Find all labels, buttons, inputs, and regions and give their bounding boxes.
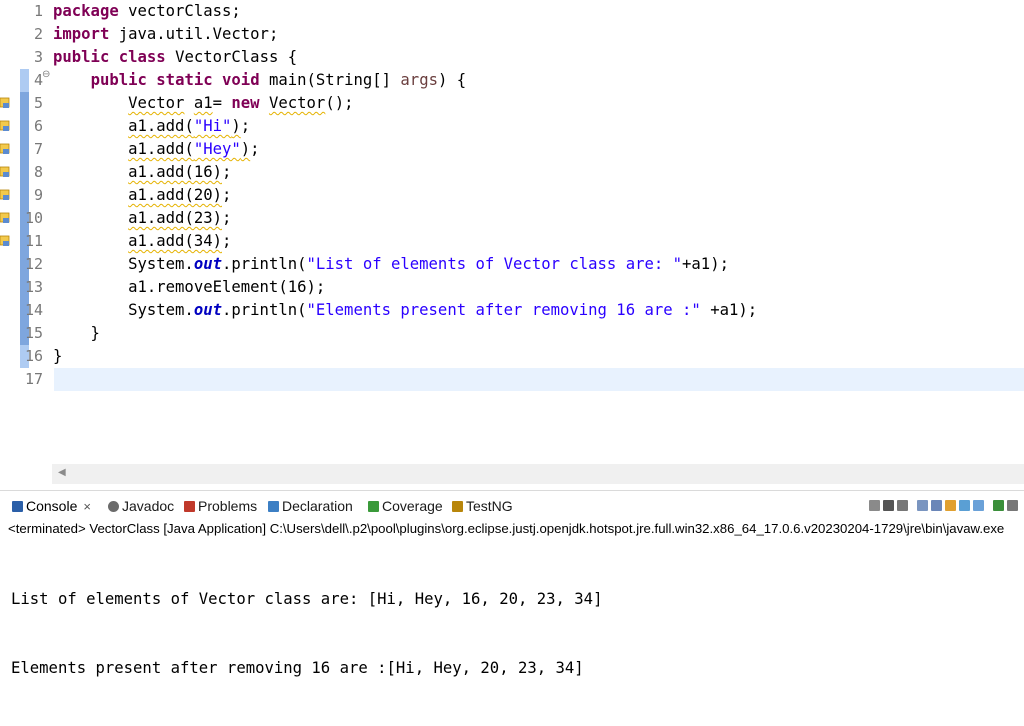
code-line[interactable]: 15 } (0, 322, 1024, 345)
line-number: 8 (33, 163, 43, 181)
code-line[interactable]: 3 public class VectorClass { (0, 46, 1024, 69)
minimize-icon[interactable] (1007, 499, 1018, 511)
console-output[interactable]: List of elements of Vector class are: [H… (11, 542, 602, 726)
open-console-icon[interactable] (993, 499, 1004, 511)
code-text: a1.add(16); (128, 163, 232, 181)
line-number: 1 (33, 2, 43, 20)
tab-label: Coverage (382, 498, 443, 514)
fold-collapse-icon[interactable]: ⊖ (42, 69, 50, 80)
code-line[interactable]: 8 a1.add(16); (0, 161, 1024, 184)
tab-console[interactable]: Console × (12, 497, 91, 515)
code-area[interactable]: 1 package vectorClass; 2 import java.util.V… (0, 0, 1024, 400)
code-text: Vector a1= new Vector(); (128, 94, 354, 112)
code-text: a1.add("Hey"); (128, 140, 260, 158)
line-number: 10 (24, 209, 43, 227)
line-number: 12 (24, 255, 43, 273)
code-text: public static void main(String[] args) { (90, 71, 467, 89)
clear-console-icon[interactable] (917, 499, 928, 511)
tab-testng[interactable]: TestNG (452, 497, 513, 515)
line-number: 4 (33, 71, 43, 89)
code-editor[interactable]: 1 package vectorClass; 2 import java.util.V… (0, 0, 1024, 488)
line-number: 9 (33, 186, 43, 204)
line-number: 5 (33, 94, 43, 112)
remove-all-icon[interactable] (897, 499, 908, 511)
pin-console-icon[interactable] (959, 499, 970, 511)
close-tab-icon[interactable]: × (83, 499, 91, 514)
code-line[interactable]: 17 (0, 368, 1024, 391)
line-number: 11 (24, 232, 43, 250)
tab-label: Console (26, 498, 78, 514)
display-console-icon[interactable] (973, 499, 984, 511)
output-line: Elements present after removing 16 are :… (11, 659, 584, 677)
tab-javadoc[interactable]: Javadoc (108, 497, 174, 515)
terminate-icon[interactable] (869, 499, 880, 511)
remove-launch-icon[interactable] (883, 499, 894, 511)
code-text: a1.removeElement(16); (53, 278, 326, 296)
code-text: a1.add(34); (128, 232, 232, 250)
code-line[interactable]: 10 a1.add(23); (0, 207, 1024, 230)
code-line[interactable]: 7 a1.add("Hey"); (0, 138, 1024, 161)
console-icon (12, 500, 23, 512)
code-line[interactable]: 9 a1.add(20); (0, 184, 1024, 207)
at-sign-icon (108, 500, 119, 512)
horizontal-scrollbar[interactable]: ◀ (52, 464, 1024, 484)
problems-icon (184, 500, 195, 512)
tab-label: Declaration (282, 498, 353, 514)
declaration-icon (268, 500, 279, 512)
tab-problems[interactable]: Problems (184, 497, 257, 515)
code-line[interactable]: 2 import java.util.Vector; (0, 23, 1024, 46)
scroll-lock-icon[interactable] (931, 499, 942, 511)
code-line[interactable]: 4 ⊖ public static void main(String[] args… (0, 69, 1024, 92)
tab-coverage[interactable]: Coverage (368, 497, 443, 515)
code-text: } (53, 324, 100, 342)
line-number: 13 (24, 278, 43, 296)
line-number: 6 (33, 117, 43, 135)
code-text: System.out.println("Elements present aft… (53, 301, 758, 319)
code-line[interactable]: 1 package vectorClass; (0, 0, 1024, 23)
code-text: a1.add(23); (128, 209, 232, 227)
code-line[interactable]: 14 System.out.println("Elements present … (0, 299, 1024, 322)
word-wrap-icon[interactable] (945, 499, 956, 511)
code-text: public class VectorClass { (53, 48, 298, 66)
line-number: 15 (24, 324, 43, 342)
code-line[interactable]: 11 a1.add(34); (0, 230, 1024, 253)
code-text: a1.add(20); (128, 186, 232, 204)
code-line[interactable]: 6 a1.add("Hi"); (0, 115, 1024, 138)
tab-label: Javadoc (122, 498, 175, 514)
code-text: a1.add("Hi"); (128, 117, 251, 135)
tab-label: TestNG (466, 498, 513, 514)
code-text: } (53, 347, 63, 365)
line-number: 16 (24, 347, 43, 365)
code-text: System.out.println("List of elements of … (53, 255, 729, 273)
code-line[interactable]: 16} (0, 345, 1024, 368)
line-number: 7 (33, 140, 43, 158)
code-line[interactable]: 5 Vector a1= new Vector(); (0, 92, 1024, 115)
console-status-line: <terminated> VectorClass [Java Applicati… (8, 521, 1005, 536)
line-number: 3 (33, 48, 43, 66)
line-number: 17 (24, 370, 43, 388)
code-line[interactable]: 13 a1.removeElement(16); (0, 276, 1024, 299)
coverage-icon (368, 500, 379, 512)
console-toolbar (869, 497, 1018, 513)
code-text: import java.util.Vector; (53, 25, 279, 43)
testng-icon (452, 500, 463, 512)
current-line-highlight (54, 368, 1024, 391)
tab-declaration[interactable]: Declaration (268, 497, 353, 515)
code-text: package vectorClass; (53, 2, 241, 20)
tab-label: Problems (198, 498, 258, 514)
output-line: List of elements of Vector class are: [H… (11, 590, 603, 608)
line-number: 2 (33, 25, 43, 43)
console-panel: Console × Javadoc Problems Declaration Covera… (0, 490, 1024, 677)
scroll-left-arrow-icon[interactable]: ◀ (58, 467, 66, 478)
line-number: 14 (24, 301, 43, 319)
code-line[interactable]: 12 System.out.println("List of elements … (0, 253, 1024, 276)
